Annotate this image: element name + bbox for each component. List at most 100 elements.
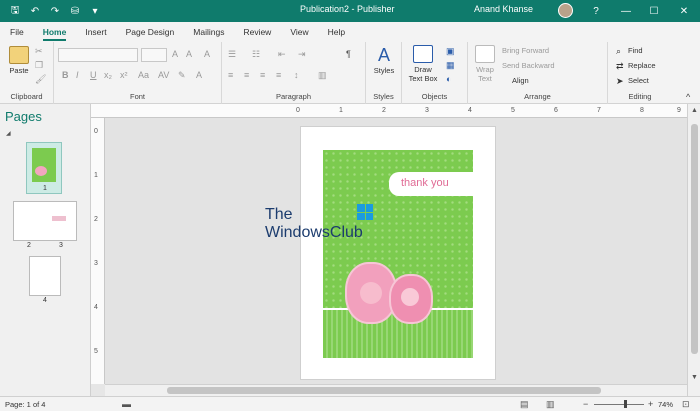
scroll-up-icon[interactable]: ▲ xyxy=(691,107,698,114)
zoom-in-button[interactable]: + xyxy=(648,399,653,409)
wrap-text-button[interactable]: Wrap Text xyxy=(472,45,498,83)
single-page-view-icon[interactable]: ▤ xyxy=(520,399,529,410)
picture-icon[interactable]: ▣ xyxy=(446,46,455,57)
numbering-icon[interactable]: ☷ xyxy=(252,49,260,60)
align-center-icon[interactable]: ≡ xyxy=(244,70,249,80)
shapes-icon[interactable]: ◐ xyxy=(446,74,451,84)
avatar[interactable] xyxy=(558,3,573,18)
page-thumbnail-2-3[interactable] xyxy=(13,201,77,241)
zoom-level[interactable]: 74% xyxy=(658,400,673,409)
page-number-2: 2 xyxy=(27,242,31,249)
highlight-icon[interactable]: ✎ xyxy=(178,70,186,81)
italic-icon[interactable]: I xyxy=(76,70,79,80)
vertical-scroll-thumb[interactable] xyxy=(691,124,698,354)
save-icon[interactable]: 🖫 xyxy=(8,3,22,20)
replace-button[interactable]: Replace xyxy=(628,61,656,70)
tab-mailings[interactable]: Mailings xyxy=(193,22,224,42)
clipboard-group-label: Clipboard xyxy=(10,92,43,101)
page-thumbnail-1[interactable]: 1 xyxy=(26,142,62,194)
line-spacing-icon[interactable]: ↕ xyxy=(294,70,299,80)
paragraph-group-label: Paragraph xyxy=(275,92,312,101)
two-page-view-icon[interactable]: ▥ xyxy=(546,399,555,410)
tab-review[interactable]: Review xyxy=(243,22,271,42)
close-button[interactable]: ✕ xyxy=(670,0,698,22)
find-button[interactable]: Find xyxy=(628,46,643,55)
thank-you-card[interactable]: thank you xyxy=(323,150,475,358)
redo-icon[interactable]: ↷ xyxy=(48,6,62,17)
flower-large-center xyxy=(360,282,382,304)
draw-text-box-button[interactable]: Draw Text Box xyxy=(406,45,440,83)
ruler-h-9: 9 xyxy=(677,107,681,114)
user-name[interactable]: Anand Khanse xyxy=(474,4,533,14)
horizontal-scroll-thumb[interactable] xyxy=(167,387,601,394)
layout-icon[interactable]: ▬ xyxy=(122,399,131,409)
tab-view[interactable]: View xyxy=(290,22,308,42)
grow-font-icon[interactable]: A xyxy=(172,49,178,59)
vertical-ruler[interactable]: 0 1 2 3 4 5 xyxy=(91,118,105,384)
collapse-triangle-icon[interactable]: ◢ xyxy=(6,130,11,137)
font-color-icon[interactable]: A xyxy=(196,70,202,80)
zoom-slider-knob[interactable] xyxy=(624,400,627,408)
font-size-box[interactable] xyxy=(141,48,167,62)
page-thumbnail-4[interactable] xyxy=(29,256,61,296)
maximize-button[interactable]: ☐ xyxy=(640,0,668,22)
publication-page[interactable]: thank you xyxy=(300,126,496,380)
copy-icon[interactable]: ❐ xyxy=(35,60,43,71)
spacing-icon[interactable]: AV xyxy=(158,70,169,80)
zoom-slider[interactable] xyxy=(594,404,644,405)
clear-format-icon[interactable]: A xyxy=(204,49,210,59)
pilcrow-icon[interactable]: ¶ xyxy=(346,49,351,59)
columns-icon[interactable]: ▥ xyxy=(318,70,327,81)
align-left-icon[interactable]: ≡ xyxy=(228,70,233,80)
customize-qat-icon[interactable]: ▾ xyxy=(88,6,102,17)
format-painter-icon[interactable]: 🖌 xyxy=(35,74,46,85)
send-backward-button[interactable]: Send Backward xyxy=(502,61,555,70)
increase-indent-icon[interactable]: ⇥ xyxy=(298,49,306,60)
horizontal-scrollbar[interactable] xyxy=(105,384,687,396)
tab-page-design[interactable]: Page Design xyxy=(126,22,175,42)
ruler-h-0: 0 xyxy=(296,107,300,114)
cut-icon[interactable]: ✂ xyxy=(35,46,43,57)
font-name-box[interactable] xyxy=(58,48,138,62)
paint-icon[interactable]: ⛁ xyxy=(68,6,82,17)
decrease-indent-icon[interactable]: ⇤ xyxy=(278,49,286,60)
select-button[interactable]: Select xyxy=(628,76,649,85)
paste-label: Paste xyxy=(9,66,29,75)
paragraph-group: ☰ ☷ ⇤ ⇥ ¶ ≡ ≡ ≡ ≡ ↕ ▥ Paragraph xyxy=(222,42,366,104)
ruler-v-2: 2 xyxy=(94,216,98,223)
justify-icon[interactable]: ≡ xyxy=(276,70,281,80)
table-icon[interactable]: ▦ xyxy=(446,60,455,71)
minimize-button[interactable]: — xyxy=(612,0,640,22)
align-button[interactable]: Align xyxy=(512,76,529,85)
undo-icon[interactable]: ↶ xyxy=(28,6,42,17)
vertical-scrollbar[interactable]: ▲ ▼ xyxy=(687,104,700,396)
case-icon[interactable]: Aa xyxy=(138,70,149,80)
subscript-icon[interactable]: x₂ xyxy=(104,70,112,80)
underline-icon[interactable]: U xyxy=(90,70,97,80)
tab-home[interactable]: Home xyxy=(42,22,66,42)
card-text[interactable]: thank you xyxy=(401,177,449,189)
superscript-icon[interactable]: x² xyxy=(120,70,128,80)
zoom-out-button[interactable]: − xyxy=(583,399,588,409)
editing-group: Find Replace Select ⌕ ⇄ ➤ Editing xyxy=(608,42,672,104)
align-right-icon[interactable]: ≡ xyxy=(260,70,265,80)
tab-help[interactable]: Help xyxy=(328,22,345,42)
fit-page-icon[interactable]: ⊡ xyxy=(682,399,690,410)
paste-button[interactable]: Paste xyxy=(6,46,32,75)
wrap-text-icon xyxy=(475,45,495,63)
workspace-canvas[interactable]: thank you The WindowsClub xyxy=(105,118,687,384)
tab-file[interactable]: File xyxy=(10,22,24,42)
shrink-font-icon[interactable]: A xyxy=(186,49,192,59)
ribbon-tabs: File Home Insert Page Design Mailings Re… xyxy=(0,22,700,42)
watermark-text-2: WindowsClub xyxy=(265,224,363,241)
bold-icon[interactable]: B xyxy=(62,70,69,80)
scroll-down-icon[interactable]: ▼ xyxy=(691,374,698,381)
bring-forward-button[interactable]: Bring Forward xyxy=(502,46,549,55)
collapse-ribbon-icon[interactable]: ^ xyxy=(686,92,690,102)
bullets-icon[interactable]: ☰ xyxy=(228,49,236,60)
styles-button[interactable]: A Styles xyxy=(370,45,398,75)
horizontal-ruler[interactable]: 0 1 2 3 4 5 6 7 8 9 xyxy=(91,104,687,118)
tab-insert[interactable]: Insert xyxy=(85,22,106,42)
page-count[interactable]: Page: 1 of 4 xyxy=(5,400,45,409)
help-button[interactable]: ? xyxy=(582,0,610,22)
